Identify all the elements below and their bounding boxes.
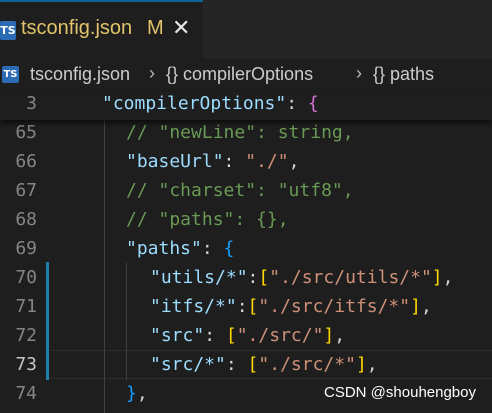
code-token: [	[247, 354, 259, 375]
line-number: 65	[15, 122, 37, 143]
line-number: 73	[15, 354, 37, 375]
code-token: "itfs/*"	[150, 296, 237, 317]
breadcrumb-file[interactable]: tsconfig.json	[30, 64, 130, 85]
code-token: "./src/utils/*"	[269, 267, 432, 288]
code-token: "baseUrl"	[126, 151, 224, 172]
line-number: 3	[26, 93, 37, 114]
code-token: "src"	[150, 325, 205, 346]
code-editor[interactable]: 65 // "newLine": string, 66 "baseUrl": "./"…	[0, 120, 492, 413]
code-text: "baseUrl": "./",	[126, 151, 299, 172]
code-token: :	[204, 325, 226, 346]
code-token: :	[223, 151, 246, 172]
code-text: // "paths": {},	[126, 209, 289, 230]
code-token: ]	[431, 267, 443, 288]
breadcrumb-paths[interactable]: {} paths	[373, 64, 434, 85]
code-line-row[interactable]: 71 "itfs/*":["./src/itfs/*"],	[0, 294, 492, 323]
code-token: // "charset": "utf8",	[126, 180, 354, 201]
code-token: [	[225, 325, 237, 346]
code-token: // "newLine": string,	[126, 122, 354, 143]
code-text: "paths": {	[126, 238, 234, 259]
code-line: "compilerOptions": {	[102, 93, 319, 114]
code-text: "itfs/*":["./src/itfs/*"],	[150, 296, 432, 317]
line-number: 72	[15, 325, 37, 346]
tab-tsconfig[interactable]: TS tsconfig.json M ✕	[0, 0, 203, 58]
close-icon[interactable]: ✕	[172, 15, 190, 41]
code-line-row[interactable]: 68 // "paths": {},	[0, 207, 492, 236]
code-token: {	[223, 238, 235, 259]
code-token: ,	[288, 151, 300, 172]
code-text: "src": ["./src/"],	[150, 325, 345, 346]
line-number: 68	[15, 209, 37, 230]
code-token: ,	[366, 354, 378, 375]
code-token: :	[236, 296, 248, 317]
breadcrumb-compiler-options[interactable]: {} compilerOptions	[166, 64, 313, 85]
code-token: ,	[136, 383, 148, 404]
code-line-row[interactable]: 70 "utils/*":["./src/utils/*"],	[0, 265, 492, 294]
typescript-file-icon: TS	[0, 21, 16, 40]
breadcrumb: TS tsconfig.json › {} compilerOptions › …	[0, 58, 492, 92]
code-text: // "newLine": string,	[126, 122, 354, 143]
code-text: // "charset": "utf8",	[126, 180, 354, 201]
code-token: ,	[334, 325, 346, 346]
code-token: "./src/itfs/*"	[258, 296, 411, 317]
typescript-file-icon: TS	[2, 66, 19, 83]
code-token: ]	[410, 296, 421, 317]
chevron-right-icon: ›	[356, 63, 362, 83]
chevron-right-icon: ›	[149, 63, 155, 83]
sticky-scroll-header[interactable]: 3 "compilerOptions": {	[0, 92, 492, 120]
line-number: 69	[15, 238, 37, 259]
modified-indicator: M	[147, 17, 164, 39]
line-number: 74	[15, 383, 37, 404]
tab-label: tsconfig.json	[21, 17, 133, 39]
code-line-row[interactable]: 67 // "charset": "utf8",	[0, 178, 492, 207]
code-token: [	[247, 296, 259, 317]
code-line-row[interactable]: 73 "src/*": ["./src/*"],	[0, 352, 492, 381]
code-token: ,	[442, 267, 454, 288]
code-token: "paths"	[126, 238, 202, 259]
code-token: ]	[355, 354, 367, 375]
line-number: 71	[15, 296, 37, 317]
code-token: "./src/"	[236, 325, 324, 346]
code-token: [	[258, 267, 270, 288]
code-text: "utils/*":["./src/utils/*"],	[150, 267, 453, 288]
line-number: 70	[15, 267, 37, 288]
editor-tab-bar: TS tsconfig.json M ✕	[0, 0, 492, 58]
code-token: :	[247, 267, 259, 288]
code-token: "src/*"	[150, 354, 226, 375]
code-line-row[interactable]: 65 // "newLine": string,	[0, 120, 492, 149]
code-token: // "paths": {},	[126, 209, 289, 230]
code-token: "./src/*"	[258, 354, 356, 375]
code-token: "utils/*"	[150, 267, 248, 288]
code-token: "./"	[245, 151, 289, 172]
code-text: "src/*": ["./src/*"],	[150, 354, 378, 375]
code-token: ]	[323, 325, 335, 346]
line-number: 66	[15, 151, 37, 172]
line-number: 67	[15, 180, 37, 201]
code-token: ,	[420, 296, 432, 317]
code-line-row[interactable]: 66 "baseUrl": "./",	[0, 149, 492, 178]
code-token: :	[225, 354, 248, 375]
code-line-row[interactable]: 69 "paths": {	[0, 236, 492, 265]
code-line-row[interactable]: 72 "src": ["./src/"],	[0, 323, 492, 352]
code-token: :	[201, 238, 224, 259]
code-text: },	[126, 383, 148, 404]
watermark: CSDN @shouhengboy	[324, 384, 476, 401]
code-token: }	[126, 383, 137, 404]
